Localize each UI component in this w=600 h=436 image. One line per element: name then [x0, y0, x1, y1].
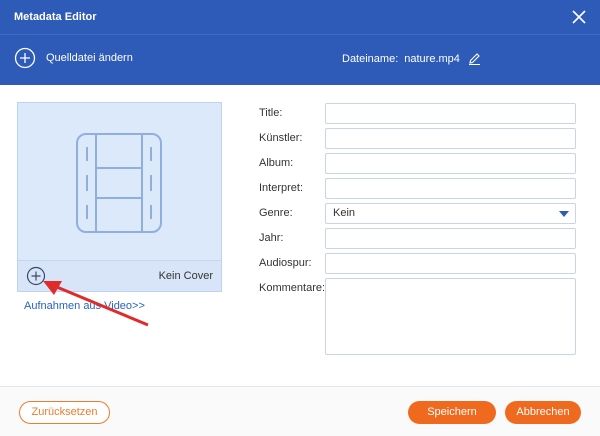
genre-select[interactable]: Kein [325, 203, 576, 224]
album-field[interactable] [325, 153, 576, 174]
performer-label: Interpret: [259, 182, 304, 194]
title-label: Title: [259, 107, 283, 119]
artist-label: Künstler: [259, 132, 303, 144]
annotation-arrow-icon [43, 281, 149, 327]
save-button[interactable]: Speichern [408, 401, 496, 424]
year-label: Jahr: [259, 232, 284, 244]
performer-field[interactable] [325, 178, 576, 199]
edit-pencil-icon[interactable] [468, 52, 481, 65]
track-field[interactable] [325, 253, 576, 274]
close-icon[interactable] [568, 6, 590, 28]
filename-display: Dateiname: nature.mp4 [342, 52, 481, 65]
no-cover-label: Kein Cover [158, 270, 213, 282]
genre-value: Kein [333, 207, 356, 219]
filename-label: Dateiname: [342, 52, 399, 65]
film-strip-icon [76, 133, 162, 233]
title-bar: Metadata Editor [0, 0, 600, 34]
footer-bar: Zurücksetzen Speichern Abbrechen [0, 386, 600, 436]
track-label: Audiospur: [259, 257, 312, 269]
filename-value: nature.mp4 [404, 52, 460, 65]
window-title: Metadata Editor [14, 11, 97, 23]
genre-row: Genre: Kein [259, 203, 579, 225]
album-row: Album: [259, 153, 579, 175]
year-field[interactable] [325, 228, 576, 249]
title-row: Title: [259, 103, 579, 125]
reset-button[interactable]: Zurücksetzen [19, 401, 110, 424]
performer-row: Interpret: [259, 178, 579, 200]
comments-row: Kommentare: [259, 278, 579, 358]
add-circle-icon [14, 47, 36, 69]
file-toolbar: Quelldatei ändern Dateiname: nature.mp4 [0, 34, 600, 85]
cancel-button[interactable]: Abbrechen [505, 401, 581, 424]
comments-field[interactable] [325, 278, 576, 355]
album-label: Album: [259, 157, 294, 169]
change-source-button[interactable]: Quelldatei ändern [14, 47, 133, 69]
change-source-label: Quelldatei ändern [46, 52, 133, 64]
cover-panel: Kein Cover [17, 102, 222, 292]
chevron-down-icon [559, 211, 569, 217]
artist-field[interactable] [325, 128, 576, 149]
genre-label: Genre: [259, 207, 293, 219]
comments-label: Kommentare: [259, 282, 326, 294]
track-row: Audiospur: [259, 253, 579, 275]
year-row: Jahr: [259, 228, 579, 250]
artist-row: Künstler: [259, 128, 579, 150]
title-field[interactable] [325, 103, 576, 124]
